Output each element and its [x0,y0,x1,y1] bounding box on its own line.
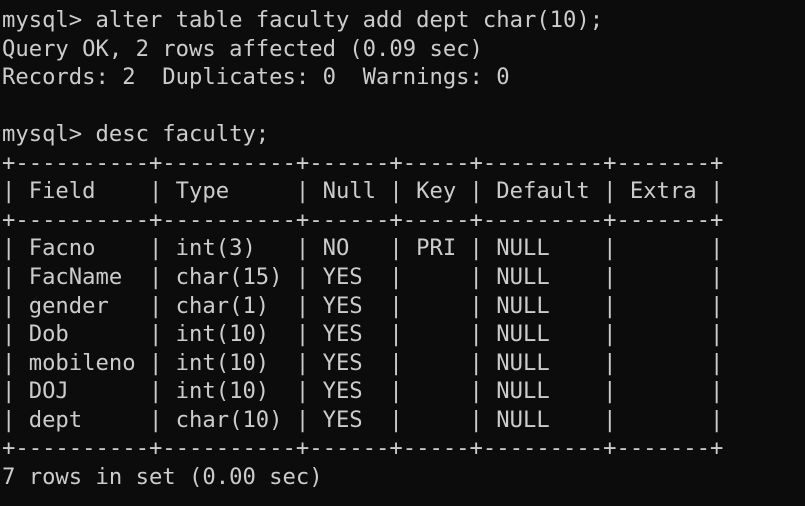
terminal-window[interactable]: mysql> alter table faculty add dept char… [0,0,805,506]
table-row: | Facno | int(3) | NO | PRI | NULL | | [2,235,724,262]
table-row: | FacName | char(15) | YES | | NULL | | [2,263,724,290]
records-summary: Records: 2 Duplicates: 0 Warnings: 0 [2,64,510,91]
table-row: | Dob | int(10) | YES | | NULL | | [2,321,724,348]
rows-in-set-message: 7 rows in set (0.00 sec) [2,463,323,490]
command-line-alter: mysql> alter table faculty add dept char… [2,7,604,33]
table-header-row: | Field | Type | Null | Key | Default | … [2,178,724,205]
command-line-desc: mysql> desc faculty; [2,121,270,148]
table-border-top: +----------+----------+------+-----+----… [2,149,724,176]
table-header-border: +----------+----------+------+-----+----… [2,206,724,233]
query-ok-message: Query OK, 2 rows affected (0.09 sec) [2,35,483,62]
table-border-bottom: +----------+----------+------+-----+----… [2,435,724,462]
table-row: | DOJ | int(10) | YES | | NULL | | [2,378,724,405]
table-row: | mobileno | int(10) | YES | | NULL | | [2,349,724,376]
table-row: | dept | char(10) | YES | | NULL | | [2,406,724,433]
table-row: | gender | char(1) | YES | | NULL | | [2,292,724,319]
